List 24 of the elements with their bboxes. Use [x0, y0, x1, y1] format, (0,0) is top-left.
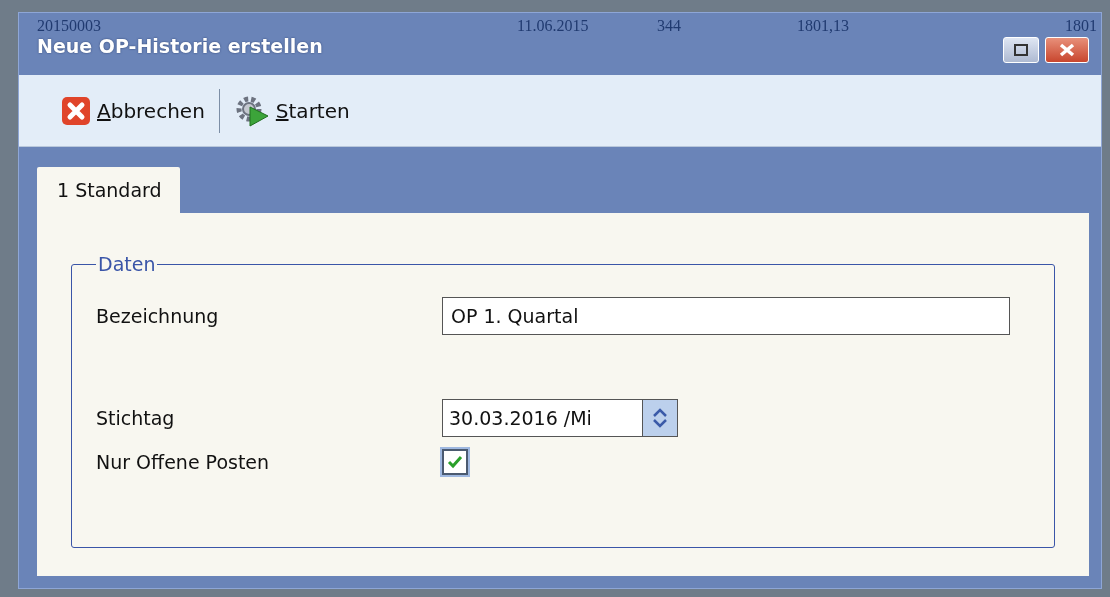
- input-field[interactable]: OP 1. Quartal: [442, 297, 1010, 335]
- background-table-cell-text: 1801,13: [797, 17, 850, 35]
- background-table-cell-text: 20150003: [37, 17, 102, 35]
- background-table-cell: 1801: [1065, 17, 1097, 35]
- window-title: Neue OP-Historie erstellen: [37, 35, 323, 57]
- restore-button[interactable]: [1003, 37, 1039, 63]
- close-icon: [1058, 43, 1076, 57]
- close-button[interactable]: [1045, 37, 1089, 63]
- spin-button[interactable]: [643, 400, 677, 436]
- checkbox[interactable]: [442, 449, 468, 475]
- close-icon: [61, 95, 91, 126]
- checkmark-icon: [447, 455, 463, 469]
- field-label: Nur Offene Posten: [96, 451, 271, 473]
- up-down-arrows-icon: [653, 408, 667, 428]
- cancel-button[interactable]: Abbrechen: [59, 91, 207, 130]
- field-label: Bezeichnung: [96, 305, 220, 327]
- background-table-cell-text: 11.06.2015: [517, 17, 590, 35]
- restore-icon: [1014, 44, 1028, 56]
- tab[interactable]: 1 Standard: [37, 167, 180, 213]
- field-label: Stichtag: [96, 407, 176, 429]
- date-field[interactable]: 30.03.2016 /Mi: [442, 399, 678, 437]
- background-table-cell-text: 344: [657, 17, 682, 35]
- group-title: Daten: [97, 253, 157, 275]
- start-button[interactable]: Starten: [231, 90, 352, 131]
